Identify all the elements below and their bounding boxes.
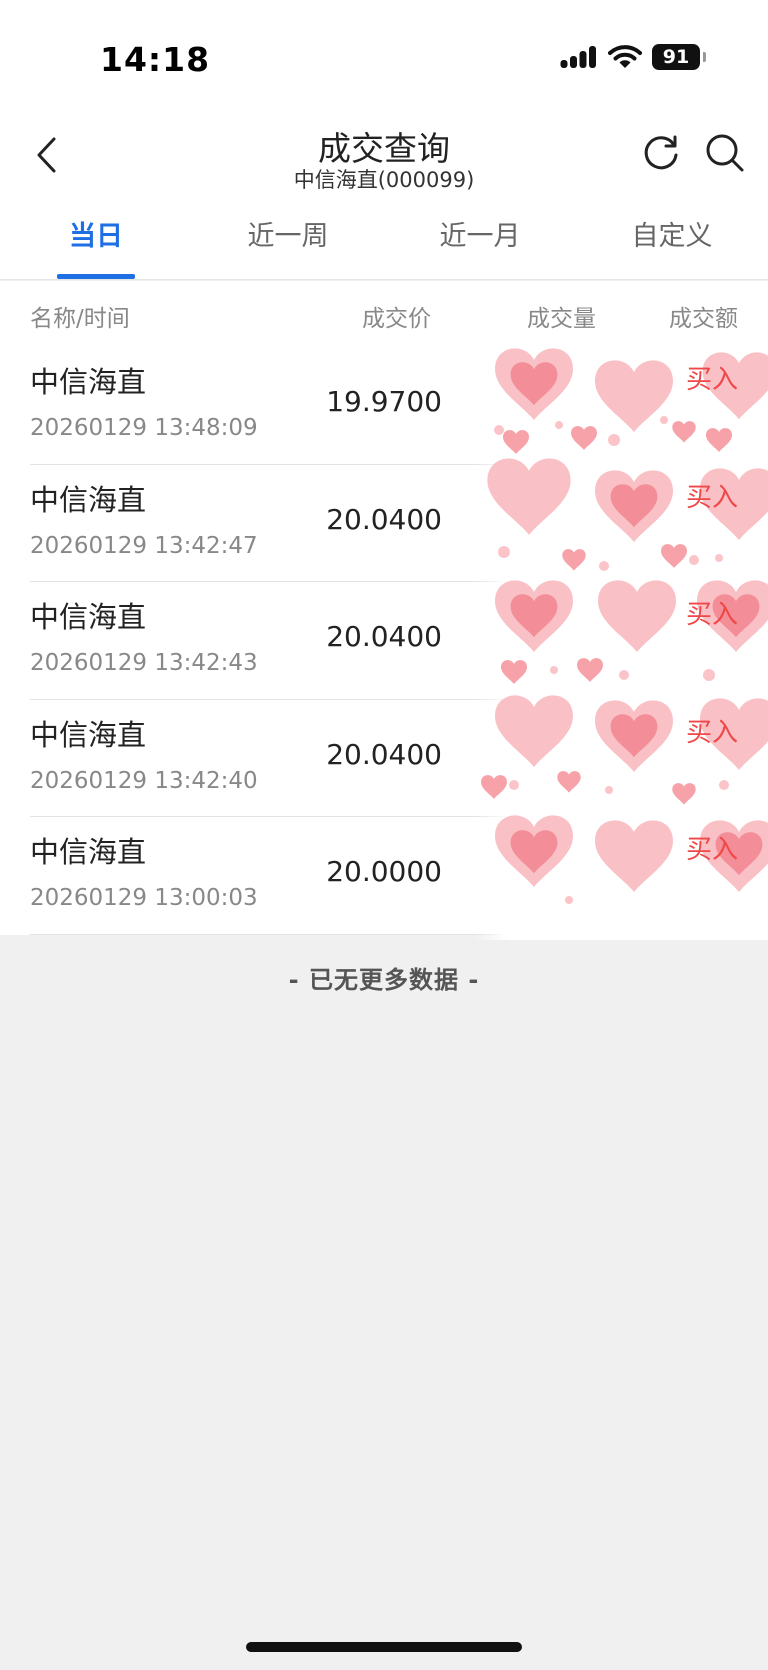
table-header: 名称/时间 成交价 成交量 成交额: [0, 281, 768, 347]
trade-time: 20260129 13:42:43: [30, 650, 258, 677]
status-icons: 91: [560, 44, 706, 70]
table-row[interactable]: 中信海直 20260129 13:00:03 20.0000 买入: [30, 817, 768, 935]
table-row[interactable]: 中信海直 20260129 13:48:09 19.9700 买入: [30, 347, 768, 465]
refresh-button[interactable]: [636, 128, 686, 178]
stock-name: 中信海直: [30, 835, 147, 870]
trade-price: 20.0400: [326, 502, 442, 536]
trade-price: 20.0400: [326, 620, 442, 654]
battery-icon: 91: [652, 44, 706, 70]
trade-side: 买入: [685, 717, 738, 748]
no-more-data: - 已无更多数据 -: [288, 966, 480, 994]
tab-custom[interactable]: 自定义: [576, 200, 768, 279]
header-amount: 成交额: [669, 306, 738, 332]
header-volume: 成交量: [527, 306, 596, 332]
trade-time: 20260129 13:42:40: [30, 767, 258, 794]
stock-name: 中信海直: [30, 482, 147, 517]
refresh-icon: [644, 135, 678, 170]
trade-query-page: 14:18 91 成交查询 中信海直(000099) 当日 近一周 近一月 自定…: [0, 0, 768, 1670]
trade-table: 名称/时间 成交价 成交量 成交额 中信海直 20260129 13:48:09…: [0, 281, 768, 935]
battery-level: 91: [662, 46, 690, 68]
stock-name: 中信海直: [30, 600, 147, 635]
trade-price: 20.0000: [326, 855, 442, 889]
header-name-time: 名称/时间: [30, 306, 130, 332]
trade-time: 20260129 13:00:03: [30, 885, 258, 912]
status-time: 14:18: [100, 40, 211, 79]
table-row[interactable]: 中信海直 20260129 13:42:43 20.0400 买入: [30, 582, 768, 700]
trade-price: 20.0400: [326, 737, 442, 771]
trade-time: 20260129 13:48:09: [30, 415, 258, 441]
search-button[interactable]: [700, 128, 750, 178]
home-indicator[interactable]: [246, 1642, 522, 1652]
trade-side: 买入: [685, 365, 738, 395]
trade-side: 买入: [685, 600, 738, 631]
header-price: 成交价: [362, 306, 431, 332]
nav-header: 成交查询 中信海直(000099): [0, 110, 768, 200]
trade-price: 19.9700: [326, 385, 442, 418]
tab-today[interactable]: 当日: [0, 200, 192, 279]
trade-side: 买入: [685, 482, 738, 513]
stock-name: 中信海直: [30, 717, 147, 752]
trade-time: 20260129 13:42:47: [30, 532, 258, 559]
stock-name: 中信海直: [30, 365, 147, 399]
tab-week[interactable]: 近一周: [192, 200, 384, 279]
tab-month[interactable]: 近一月: [384, 200, 576, 279]
wifi-icon: [608, 45, 642, 68]
search-icon: [706, 134, 744, 172]
table-row[interactable]: 中信海直 20260129 13:42:47 20.0400 买入: [30, 465, 768, 583]
trade-side: 买入: [685, 835, 738, 866]
table-row[interactable]: 中信海直 20260129 13:42:40 20.0400 买入: [30, 700, 768, 818]
status-bar: 14:18 91: [0, 0, 768, 110]
cellular-signal-icon: [560, 46, 596, 68]
period-tabs: 当日 近一周 近一月 自定义: [0, 200, 768, 280]
